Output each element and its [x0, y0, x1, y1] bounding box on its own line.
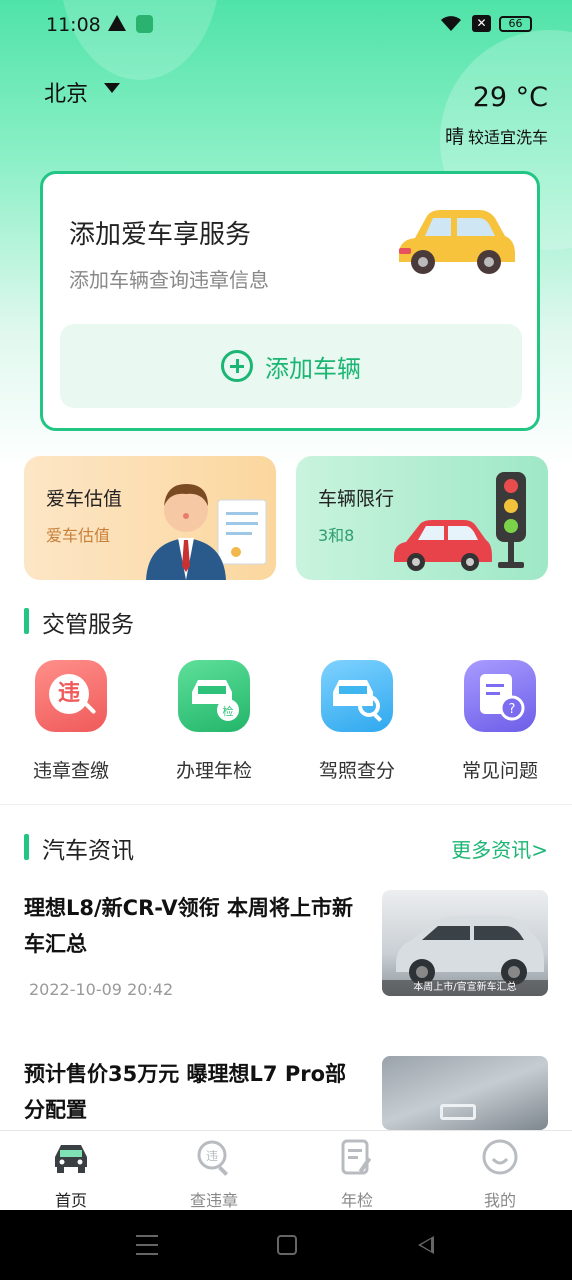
news-thumbnail: 本周上市/官宣新车汇总 [382, 890, 548, 996]
violation-icon: 违 [35, 660, 107, 732]
restriction-title: 车辆限行 [318, 488, 395, 510]
traffic-restriction-card[interactable]: 车辆限行 3和8 [296, 456, 548, 580]
more-news-link[interactable]: 更多资讯> [451, 834, 548, 863]
battery-icon: 66 [499, 16, 532, 32]
tab-label: 首页 [54, 1191, 87, 1210]
news-thumbnail [382, 1056, 548, 1130]
tab-annual-inspection[interactable]: 年检 [297, 1137, 417, 1211]
system-navigation-bar [0, 1210, 572, 1280]
profile-icon [482, 1139, 518, 1175]
back-button[interactable] [418, 1236, 434, 1254]
annual-inspection-icon: 检 [178, 660, 250, 732]
valuation-title: 爱车估值 [46, 488, 123, 510]
tab-label: 年检 [340, 1191, 373, 1210]
violation-search-icon: 违 [197, 1140, 229, 1176]
weather-condition: 晴 [444, 126, 464, 148]
temperature: 29 °C [472, 82, 548, 113]
inspection-doc-icon [341, 1139, 372, 1175]
city-selector[interactable]: 北京 [44, 76, 88, 108]
tab-home[interactable]: 首页 [11, 1137, 131, 1211]
add-vehicle-label: 添加车辆 [265, 354, 361, 383]
svg-text:检: 检 [223, 704, 234, 718]
tab-profile[interactable]: 我的 [440, 1137, 560, 1211]
svg-text:?: ? [509, 702, 516, 717]
tab-violation-search[interactable]: 违 查违章 [154, 1137, 274, 1211]
service-label: 常见问题 [461, 760, 538, 782]
wifi-icon [440, 14, 462, 37]
news-title: 预计售价35万元 曝理想L7 Pro部分配置 [24, 1062, 347, 1122]
status-bar: 11:08 ✕ 66 [0, 0, 572, 52]
restriction-numbers: 3和8 [318, 526, 355, 545]
car-valuation-card[interactable]: 爱车估值 爱车估值 [24, 456, 276, 580]
thumbnail-caption: 本周上市/官宣新车汇总 [382, 980, 548, 996]
license-points-icon [321, 660, 393, 732]
service-label: 违章查缴 [32, 760, 109, 782]
weather-info: 晴较适宜洗车 [445, 122, 548, 149]
section-accent-bar [24, 608, 29, 634]
tab-label: 查违章 [189, 1191, 238, 1210]
section-divider [0, 804, 572, 805]
plus-circle-icon [221, 350, 253, 382]
car-wash-tip: 较适宜洗车 [467, 128, 548, 147]
tab-label: 我的 [483, 1191, 516, 1210]
svg-text:违: 违 [206, 1149, 218, 1163]
valuation-subtitle: 爱车估值 [46, 526, 111, 545]
car-news-title: 汽车资讯 [42, 838, 134, 864]
news-item[interactable]: 理想L8/新CR-V领衔 本周将上市新车汇总 2022-10-09 20:42 … [24, 890, 548, 1000]
service-license-points[interactable]: 驾照查分 [297, 660, 417, 783]
warning-icon [108, 15, 126, 31]
section-accent-bar [24, 834, 29, 860]
news-time: 2022-10-09 20:42 [29, 980, 174, 999]
chevron-down-icon[interactable] [104, 83, 120, 93]
recent-apps-button[interactable] [136, 1235, 158, 1255]
home-button[interactable] [277, 1235, 297, 1255]
add-card-subtitle: 添加车辆查询违章信息 [69, 268, 269, 292]
service-faq[interactable]: ? 常见问题 [440, 660, 560, 783]
status-time: 11:08 [46, 14, 101, 36]
app-notification-icon [136, 15, 153, 33]
service-label: 驾照查分 [318, 760, 395, 782]
add-vehicle-card: 添加爱车享服务 添加车辆查询违章信息 添加车辆 [40, 171, 540, 431]
home-car-icon [55, 1145, 87, 1173]
businessman-illustration [146, 484, 267, 580]
car-logo-icon [440, 1104, 476, 1120]
faq-icon: ? [464, 660, 536, 732]
service-violation-payment[interactable]: 违 违章查缴 [11, 660, 131, 783]
yellow-car-icon [399, 210, 515, 274]
bottom-tab-bar: 首页 违 查违章 年检 我的 [0, 1130, 572, 1210]
traffic-services-title: 交管服务 [42, 612, 134, 638]
service-annual-inspection[interactable]: 检 办理年检 [154, 660, 274, 783]
traffic-light-car-illustration [394, 472, 526, 571]
add-card-title: 添加爱车享服务 [69, 220, 252, 250]
news-item[interactable]: 预计售价35万元 曝理想L7 Pro部分配置 [24, 1056, 548, 1130]
no-sim-icon: ✕ [472, 15, 491, 32]
service-label: 办理年检 [175, 760, 252, 782]
add-vehicle-button[interactable]: 添加车辆 [60, 324, 522, 408]
news-title: 理想L8/新CR-V领衔 本周将上市新车汇总 [24, 896, 353, 956]
